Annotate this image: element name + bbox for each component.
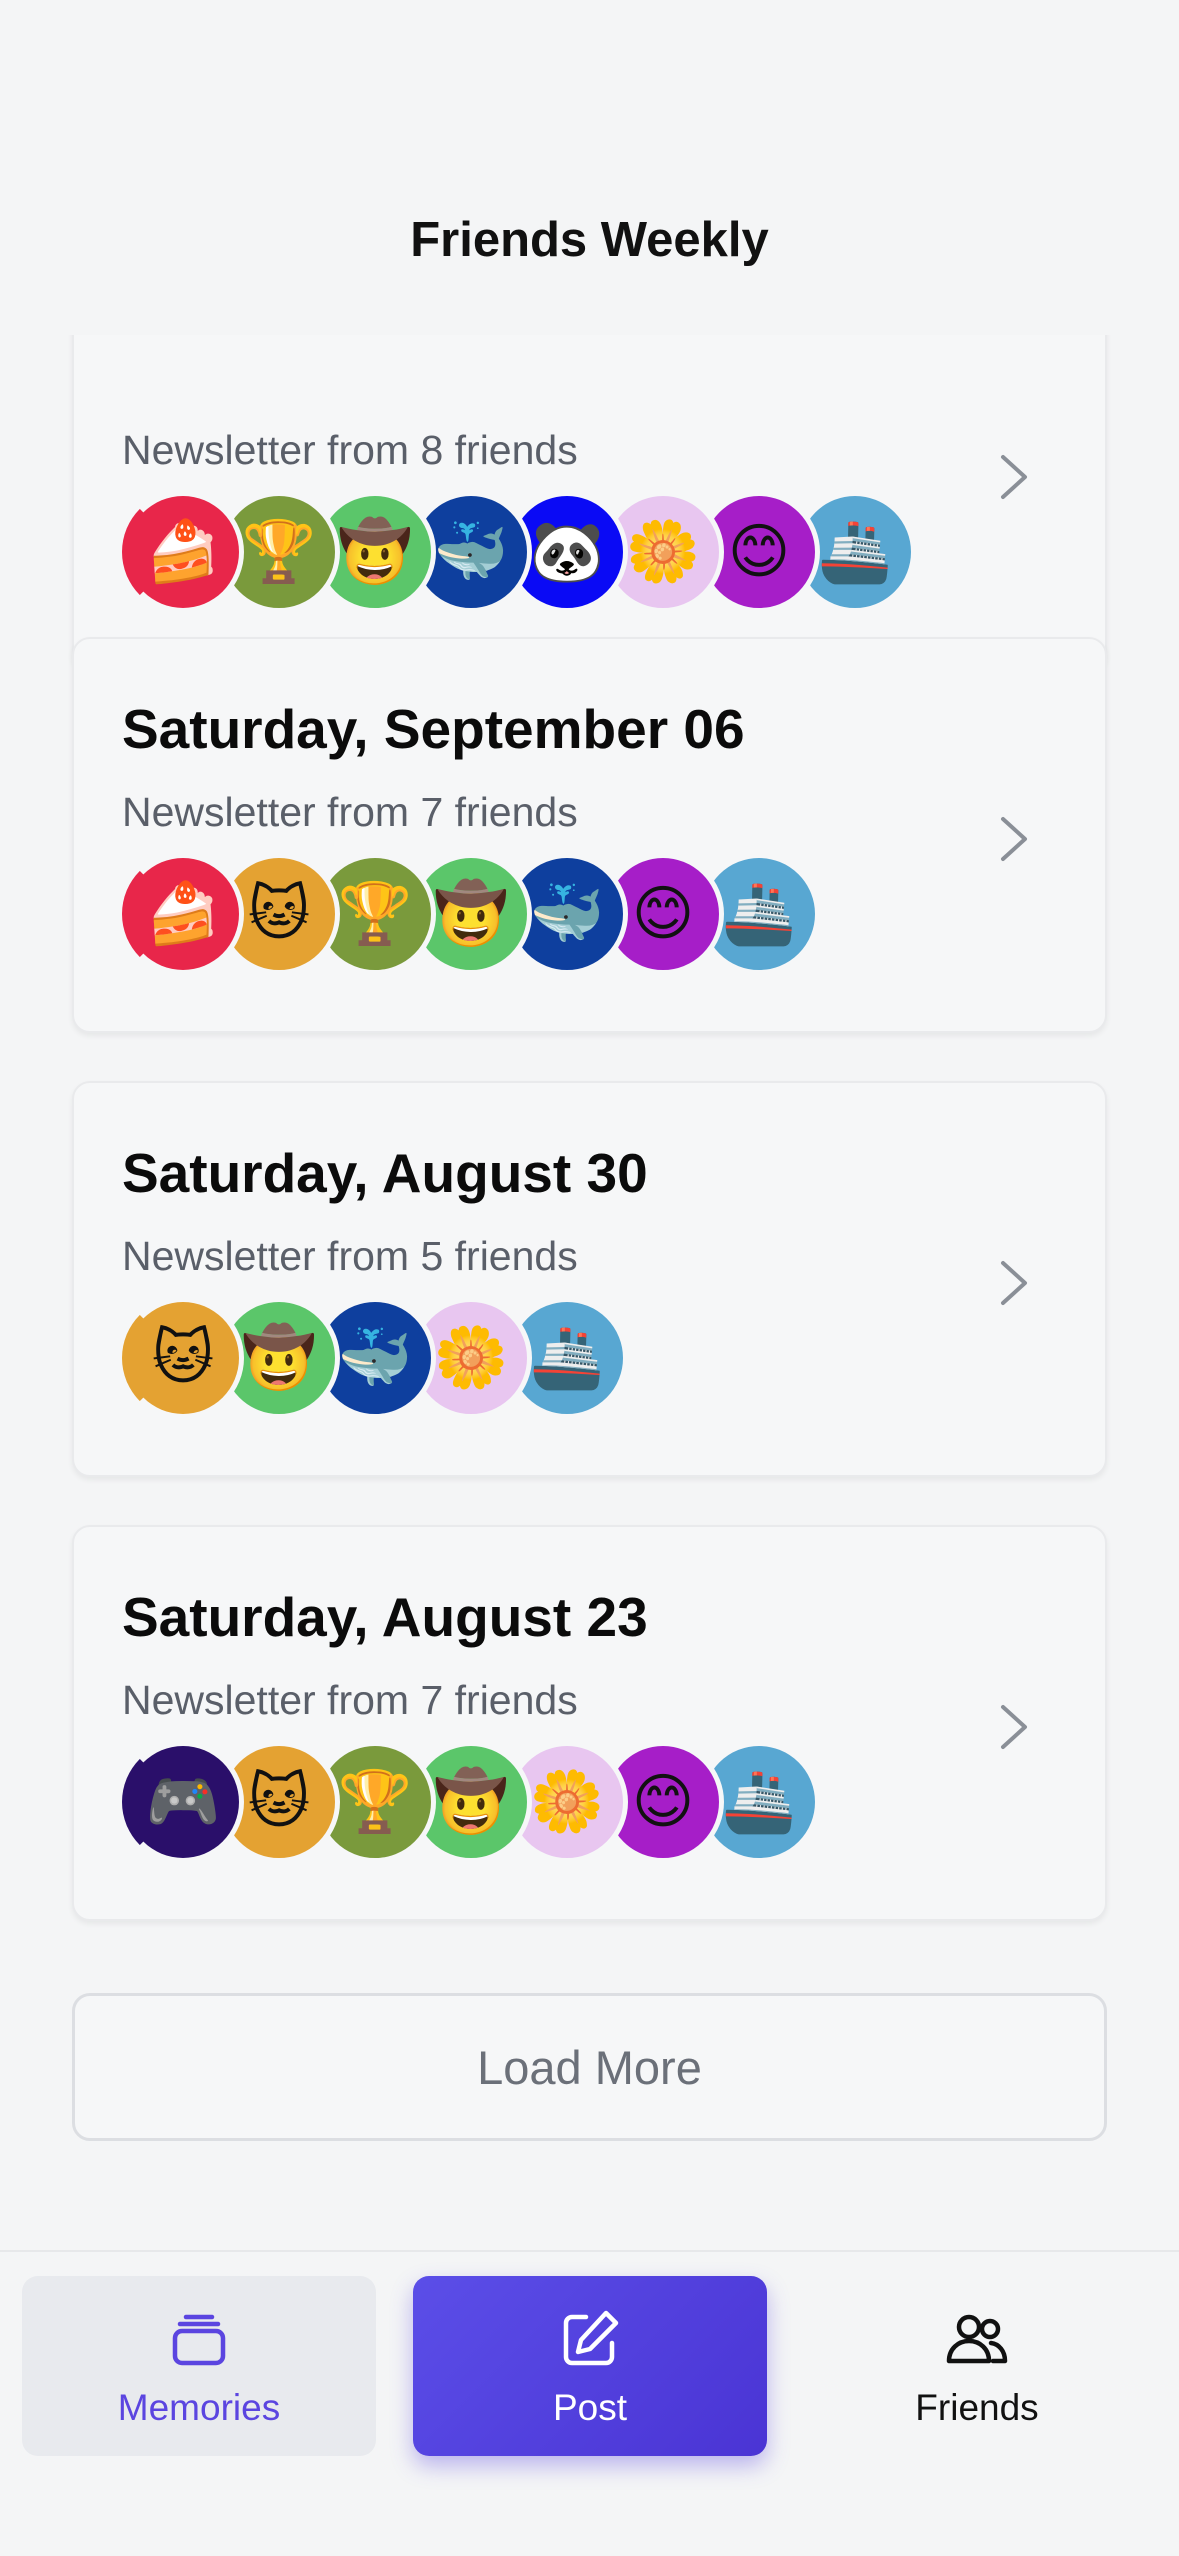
cake-avatar: 🍰: [122, 853, 244, 975]
edit-icon: [563, 2310, 619, 2366]
tab-label: Memories: [117, 2387, 281, 2428]
newsletter-card-0[interactable]: Newsletter from 8 friends 🍰 🏆 🤠 🐳 🐼 🌼 😊 🚢: [72, 335, 1107, 671]
tab-label: Friends: [915, 2387, 1039, 2428]
chevron-right-icon: [1001, 1705, 1027, 1749]
friend-avatars: 🎮 🐱 🏆 🤠 🌼 😊 🚢: [122, 1741, 820, 1863]
friend-avatars: 🍰 🏆 🤠 🐳 🐼 🌼 😊 🚢: [122, 491, 916, 613]
newsletter-feed[interactable]: Newsletter from 8 friends 🍰 🏆 🤠 🐳 🐼 🌼 😊 🚢 Satur…: [0, 335, 1179, 2250]
friend-avatars: 🐱 🤠 🐳 🌼 🚢: [122, 1297, 628, 1419]
tab-memories[interactable]: Memories: [22, 2276, 376, 2456]
tab-label: Post: [552, 2387, 628, 2428]
tab-friends[interactable]: Friends: [800, 2276, 1154, 2456]
chevron-right-icon: [1001, 455, 1027, 499]
newsletter-subtitle: Newsletter from 5 friends: [122, 1233, 578, 1279]
cake-avatar: 🍰: [122, 491, 244, 613]
newsletter-subtitle: Newsletter from 8 friends: [122, 427, 578, 473]
newsletter-subtitle: Newsletter from 7 friends: [122, 1677, 578, 1723]
newsletter-card-2[interactable]: Saturday, August 30 Newsletter from 5 fr…: [72, 1081, 1107, 1477]
bottom-tab-bar: Memories Post Friends: [0, 2250, 1179, 2556]
top-bar: Friends Weekly: [0, 0, 1179, 335]
people-icon: [946, 2314, 1008, 2364]
newsletter-date: Saturday, August 23: [122, 1586, 648, 1648]
page-title: Friends Weekly: [410, 213, 769, 267]
friends-weekly-screen: Friends Weekly Newsletter from 8 friends…: [0, 0, 1179, 2556]
newsletter-card-3[interactable]: Saturday, August 23 Newsletter from 7 fr…: [72, 1525, 1107, 1921]
newsletter-date: Saturday, August 30: [122, 1142, 648, 1204]
cat-avatar: 🐱: [122, 1297, 244, 1419]
stack-icon: [172, 2314, 226, 2366]
chevron-right-icon: [1001, 1261, 1027, 1305]
load-more-button[interactable]: Load More: [72, 1993, 1107, 2141]
newsletter-date: Saturday, September 06: [122, 698, 745, 760]
tab-post[interactable]: Post: [413, 2276, 767, 2456]
chevron-right-icon: [1001, 817, 1027, 861]
friend-avatars: 🍰 🐱 🏆 🤠 🐳 😊 🚢: [122, 853, 820, 975]
gamepad-avatar: 🎮: [122, 1741, 244, 1863]
newsletter-card-1[interactable]: Saturday, September 06 Newsletter from 7…: [72, 637, 1107, 1033]
newsletter-subtitle: Newsletter from 7 friends: [122, 789, 578, 835]
